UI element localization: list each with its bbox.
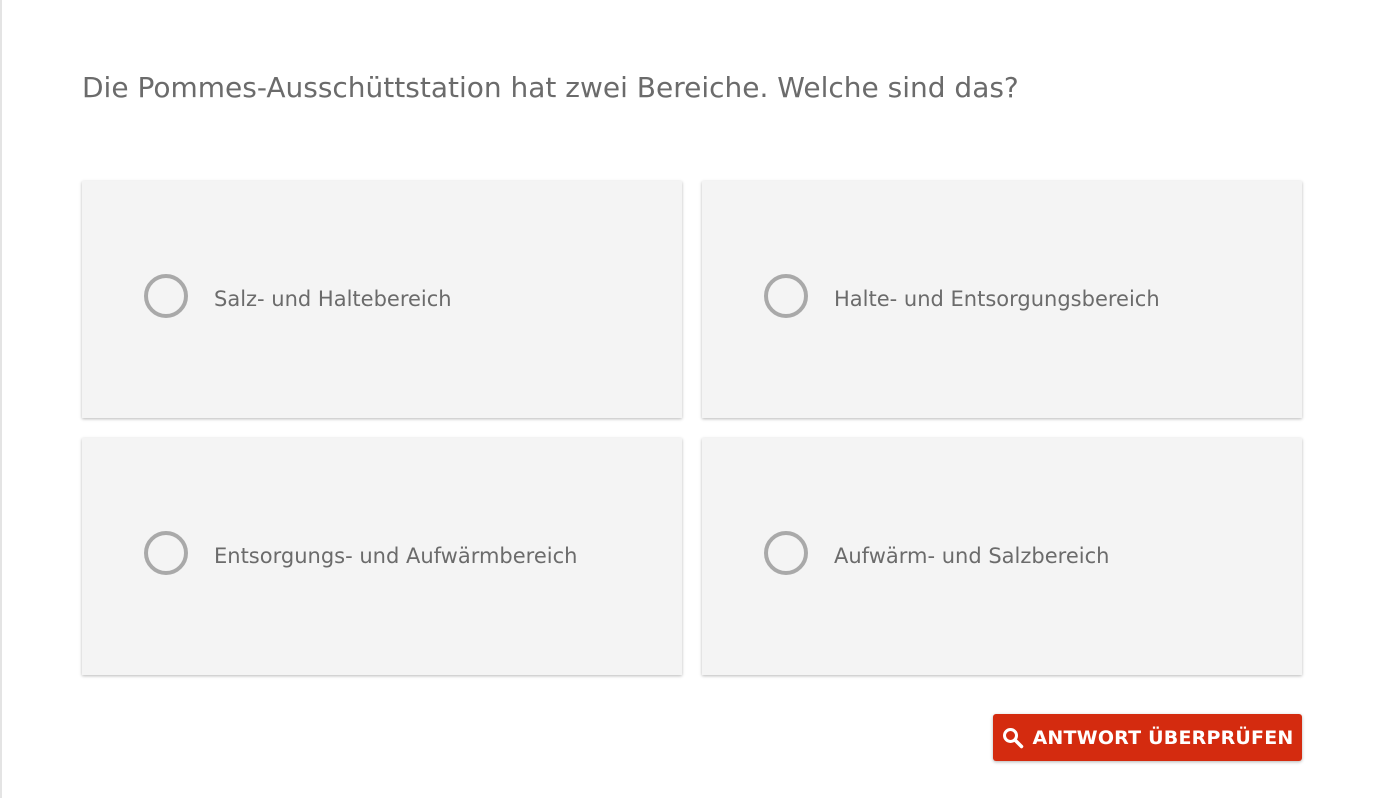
radio-button-icon[interactable] (764, 274, 808, 318)
search-icon (1002, 727, 1024, 749)
answer-option-2[interactable]: Halte- und Entsorgungsbereich (702, 181, 1302, 418)
answer-option-label: Aufwärm- und Salzbereich (834, 544, 1110, 568)
radio-button-icon[interactable] (144, 531, 188, 575)
answer-option-4[interactable]: Aufwärm- und Salzbereich (702, 438, 1302, 675)
answer-options: Salz- und Haltebereich Halte- und Entsor… (82, 181, 1302, 675)
radio-button-icon[interactable] (144, 274, 188, 318)
answer-option-label: Salz- und Haltebereich (214, 287, 452, 311)
answer-option-1[interactable]: Salz- und Haltebereich (82, 181, 682, 418)
answer-option-label: Halte- und Entsorgungsbereich (834, 287, 1160, 311)
check-answer-button[interactable]: ANTWORT ÜBERPRÜFEN (993, 714, 1302, 761)
page-left-border (0, 0, 2, 798)
answer-option-label: Entsorgungs- und Aufwärmbereich (214, 544, 578, 568)
answer-option-3[interactable]: Entsorgungs- und Aufwärmbereich (82, 438, 682, 675)
check-answer-label: ANTWORT ÜBERPRÜFEN (1032, 726, 1294, 749)
question-text: Die Pommes-Ausschüttstation hat zwei Ber… (82, 71, 1019, 104)
radio-button-icon[interactable] (764, 531, 808, 575)
